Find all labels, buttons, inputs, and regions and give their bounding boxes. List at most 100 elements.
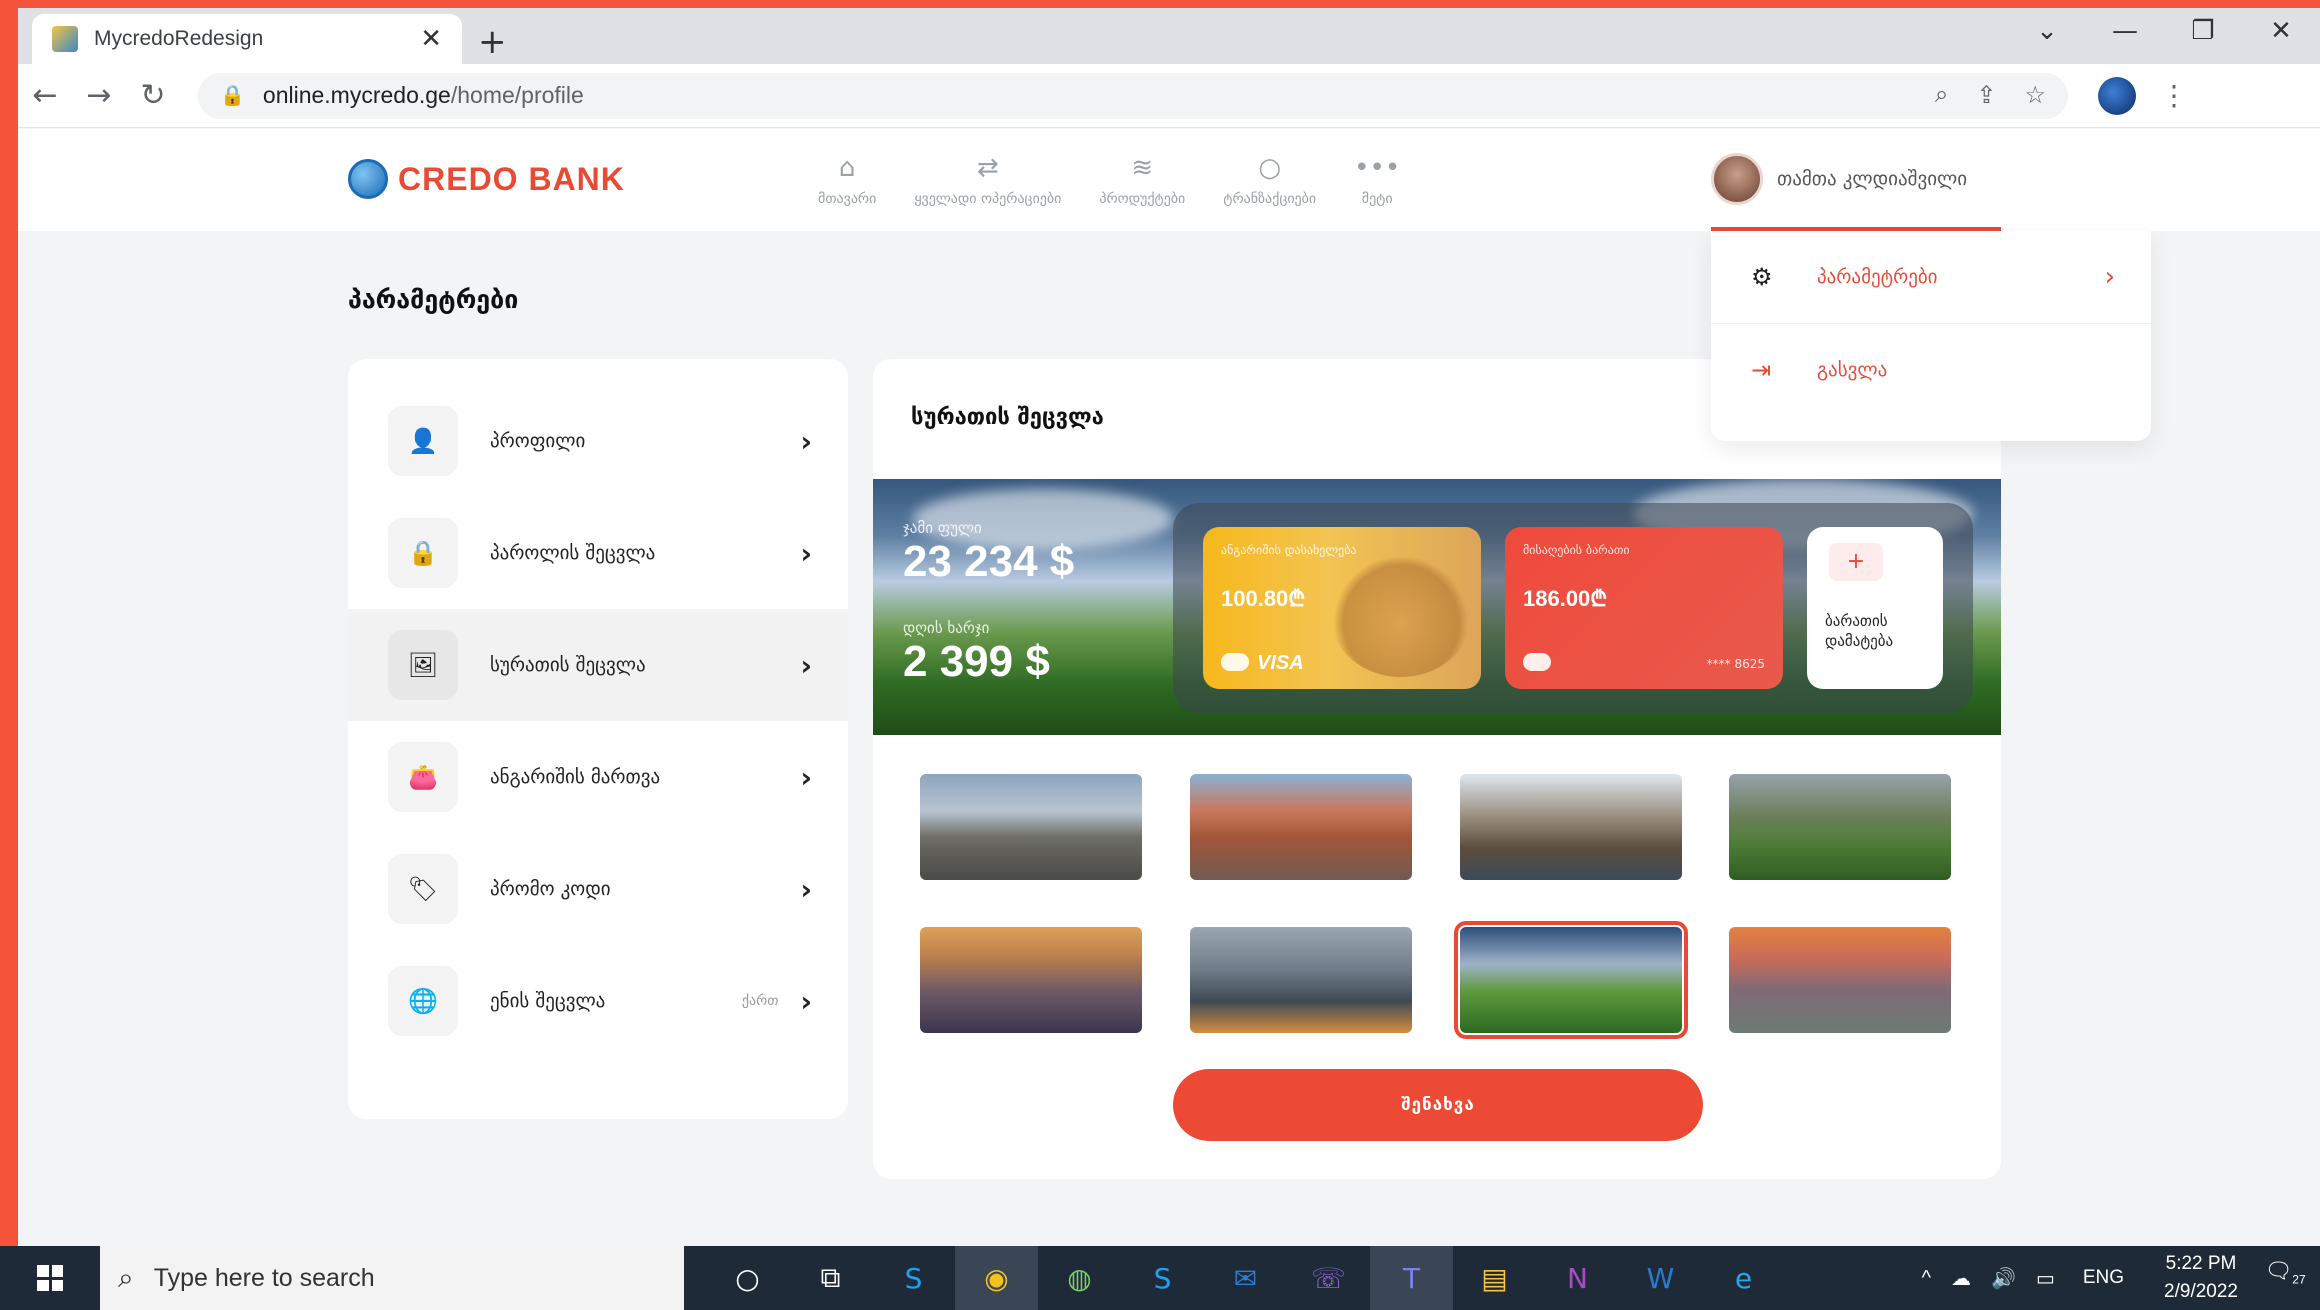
thumb-sunset-city[interactable] xyxy=(920,927,1142,1033)
thumb-old-town[interactable] xyxy=(920,774,1142,880)
skype-business-icon[interactable]: S xyxy=(1121,1246,1204,1310)
windows-logo-icon xyxy=(37,1265,63,1291)
start-button[interactable] xyxy=(0,1246,100,1310)
windows-taskbar: ⌕ Type here to search ○ ⧉ S ◉ ◍ S ✉ ☏ T … xyxy=(0,1246,2320,1310)
visa-logo: VISA xyxy=(1257,652,1304,674)
chevron-right-icon: › xyxy=(800,872,812,906)
tab-search-icon[interactable]: ⌄ xyxy=(2008,16,2086,46)
credo-logo[interactable]: CREDO BANK xyxy=(348,159,625,199)
favicon-icon xyxy=(52,26,78,52)
restore-button[interactable]: ❐ xyxy=(2164,16,2242,46)
clock[interactable]: 5:22 PM 2/9/2022 xyxy=(2164,1250,2238,1306)
nav-item-home[interactable]: ⌂ მთავარი xyxy=(818,153,876,207)
globe-app-icon[interactable]: ◍ xyxy=(1038,1246,1121,1310)
chevron-up-icon[interactable]: ^ xyxy=(1922,1267,1931,1290)
credo-logo-icon xyxy=(348,159,388,199)
gear-icon: ⚙ xyxy=(1751,263,1773,291)
chrome-icon[interactable]: ◉ xyxy=(955,1246,1038,1310)
nav-item-operations[interactable]: ⇄ ყველადი ოპერაციები xyxy=(914,153,1061,207)
sidebar-item-label: პრომო კოდი xyxy=(490,878,611,900)
thumb-mountain-tower[interactable] xyxy=(1729,774,1951,880)
sidebar-item-account-management[interactable]: 👛 ანგარიშის მართვა › xyxy=(348,721,848,833)
browser-profile-avatar[interactable] xyxy=(2098,76,2136,115)
card-label: მისაღების ბარათი xyxy=(1523,543,1630,557)
sidebar-item-label: ანგარიშის მართვა xyxy=(490,766,661,788)
sidebar-item-promo-code[interactable]: 🏷 პრომო კოდი › xyxy=(348,833,848,945)
sidebar-item-profile[interactable]: 👤 პროფილი › xyxy=(348,385,848,497)
thumb-evening-panorama[interactable] xyxy=(1729,927,1951,1033)
new-tab-button[interactable]: + xyxy=(478,22,507,62)
zoom-icon[interactable]: ⌕ xyxy=(1935,81,1948,110)
page-title: პარამეტრები xyxy=(348,285,519,314)
nav-label: პროდუქტები xyxy=(1099,191,1186,207)
outlook-icon[interactable]: ✉ xyxy=(1204,1246,1287,1310)
close-tab-icon[interactable]: ✕ xyxy=(420,24,442,54)
add-card-button[interactable]: + ბარათის დამატება xyxy=(1807,527,1943,689)
network-icon[interactable]: ☁ xyxy=(1951,1266,1971,1291)
total-balance-label: ჯამი ფული xyxy=(903,519,982,537)
account-card[interactable]: ანგარიშის დასახელება 100.80₾ VISA xyxy=(1203,527,1481,689)
daily-spend-value: 2 399 $ xyxy=(903,637,1050,686)
bookmark-star-icon[interactable]: ☆ xyxy=(2024,81,2046,110)
globe-icon: 🌐 xyxy=(388,966,458,1036)
more-icon: ••• xyxy=(1354,153,1401,183)
card-toggle[interactable] xyxy=(1523,653,1551,671)
notifications-icon[interactable]: 🗨27 xyxy=(2260,1258,2310,1298)
sidebar-item-label: პაროლის შეცვლა xyxy=(490,542,656,564)
battery-icon[interactable]: ▭ xyxy=(2036,1266,2055,1291)
taskbar-search[interactable]: ⌕ Type here to search xyxy=(100,1246,684,1310)
browser-tab[interactable]: MycredoRedesign ✕ xyxy=(32,14,462,64)
logout-icon: ⇥ xyxy=(1751,355,1772,384)
sidebar-item-password[interactable]: 🔒 პაროლის შეცვლა › xyxy=(348,497,848,609)
dropdown-label: პარამეტრები xyxy=(1817,266,1938,288)
save-button[interactable]: შენახვა xyxy=(1173,1069,1703,1141)
thumb-green-mountains[interactable] xyxy=(1454,921,1688,1039)
image-icon: 🖼 xyxy=(388,630,458,700)
padlock-icon[interactable]: 🔒 xyxy=(220,83,245,108)
daily-spend-label: დღის ხარჯი xyxy=(903,619,990,637)
address-bar[interactable]: 🔒 online.mycredo.ge/home/profile ⌕ ⇪ ☆ xyxy=(198,72,2068,119)
thumb-colorful-houses[interactable] xyxy=(1190,774,1412,880)
close-window-button[interactable]: ✕ xyxy=(2242,16,2320,46)
nav-item-products[interactable]: ≋ პროდუქტები xyxy=(1099,153,1185,207)
skype-icon[interactable]: S xyxy=(872,1246,955,1310)
receiving-card[interactable]: მისაღების ბარათი 186.00₾ **** 8625 xyxy=(1505,527,1783,689)
word-icon[interactable]: W xyxy=(1619,1246,1702,1310)
card-toggle[interactable] xyxy=(1221,653,1249,671)
user-menu-trigger[interactable]: თამთა კლდიაშვილი xyxy=(1711,153,1967,205)
file-explorer-icon[interactable]: ▤ xyxy=(1453,1246,1536,1310)
onenote-icon[interactable]: N xyxy=(1536,1246,1619,1310)
back-arrow-icon[interactable]: ← xyxy=(18,78,72,113)
chevron-right-icon: › xyxy=(800,536,812,570)
nav-label: ყველადი ოპერაციები xyxy=(914,191,1062,207)
nav-item-more[interactable]: ••• მეტი xyxy=(1354,153,1400,207)
cortana-icon[interactable]: ○ xyxy=(706,1246,789,1310)
task-view-icon[interactable]: ⧉ xyxy=(789,1246,872,1310)
sidebar-item-change-picture[interactable]: 🖼 სურათის შეცვლა › xyxy=(348,609,848,721)
system-tray: ^ ☁ 🔊 ▭ ENG 5:22 PM 2/9/2022 🗨27 xyxy=(1912,1250,2320,1306)
teams-icon[interactable]: T xyxy=(1370,1246,1453,1310)
browser-menu-icon[interactable]: ⋮ xyxy=(2160,79,2188,112)
reload-icon[interactable]: ↻ xyxy=(126,78,180,113)
sidebar-item-language[interactable]: 🌐 ენის შეცვლა ქართ › xyxy=(348,945,848,1057)
app-header: CREDO BANK ⌂ მთავარი ⇄ ყველადი ოპერაციებ… xyxy=(18,129,2320,231)
layers-icon: ≋ xyxy=(1131,153,1154,183)
browser-window: MycredoRedesign ✕ + ⌄ — ❐ ✕ ← → ↻ 🔒 onli… xyxy=(18,8,2320,1246)
pumpkin-illustration xyxy=(1331,557,1471,677)
notification-count: 27 xyxy=(2292,1272,2306,1287)
volume-icon[interactable]: 🔊 xyxy=(1991,1266,2016,1291)
language-indicator[interactable]: ENG xyxy=(2083,1267,2124,1289)
card-number: **** 8625 xyxy=(1706,657,1765,671)
thumb-skyscraper[interactable] xyxy=(1190,927,1412,1033)
forward-arrow-icon[interactable]: → xyxy=(72,78,126,113)
nav-item-transactions[interactable]: ○ ტრანზაქციები xyxy=(1223,153,1316,207)
dropdown-item-logout[interactable]: ⇥ გასვლა xyxy=(1711,323,2151,415)
panel-title: სურათის შეცვლა xyxy=(911,405,1104,430)
dropdown-item-settings[interactable]: ⚙ პარამეტრები › xyxy=(1711,231,2151,323)
share-icon[interactable]: ⇪ xyxy=(1976,81,1996,110)
minimize-button[interactable]: — xyxy=(2086,16,2164,46)
thumb-balcony-houses[interactable] xyxy=(1460,774,1682,880)
edge-icon[interactable]: e xyxy=(1702,1246,1785,1310)
viber-icon[interactable]: ☏ xyxy=(1287,1246,1370,1310)
tag-icon: 🏷 xyxy=(388,854,458,924)
